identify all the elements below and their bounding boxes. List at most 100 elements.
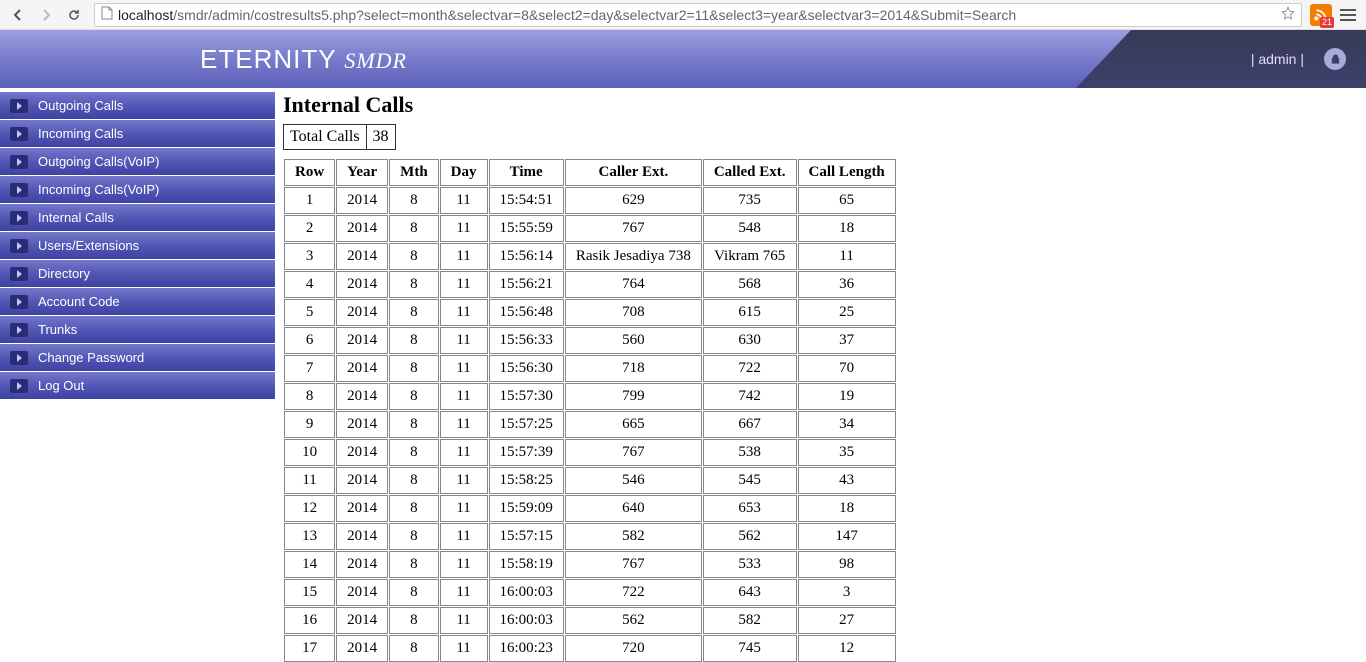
cell: 2014 <box>336 327 388 354</box>
cell: 11 <box>440 411 488 438</box>
admin-link[interactable]: | admin | <box>1251 51 1304 67</box>
cell: 2014 <box>336 243 388 270</box>
cell: 2 <box>284 215 335 242</box>
cell: 8 <box>389 635 439 662</box>
cell: 2014 <box>336 607 388 634</box>
cell: 2014 <box>336 495 388 522</box>
cell: 2014 <box>336 551 388 578</box>
content-scroll[interactable]: Internal Calls Total Calls 38 RowYearMth… <box>275 88 1366 662</box>
cell: 15:56:48 <box>489 299 564 326</box>
play-icon <box>10 127 28 141</box>
cell: 11 <box>440 495 488 522</box>
cell: 560 <box>565 327 702 354</box>
sidebar-item-label: Incoming Calls <box>38 126 123 141</box>
cell: 16 <box>284 607 335 634</box>
cell: 629 <box>565 187 702 214</box>
cell: 799 <box>565 383 702 410</box>
browser-menu-button[interactable] <box>1336 3 1360 27</box>
cell: 12 <box>284 495 335 522</box>
cell: 615 <box>703 299 797 326</box>
cell: 562 <box>565 607 702 634</box>
cell: 18 <box>798 215 896 242</box>
total-calls-table: Total Calls 38 <box>283 124 396 150</box>
cell: 11 <box>440 579 488 606</box>
sidebar-item-change-password[interactable]: Change Password <box>0 344 275 372</box>
browser-toolbar: localhost/smdr/admin/costresults5.php?se… <box>0 0 1366 30</box>
cell: 8 <box>389 551 439 578</box>
sidebar-item-label: Outgoing Calls <box>38 98 123 113</box>
cell: 722 <box>703 355 797 382</box>
cell: 65 <box>798 187 896 214</box>
cell: 11 <box>440 635 488 662</box>
cell: 8 <box>389 523 439 550</box>
cell: 2014 <box>336 467 388 494</box>
cell: 708 <box>565 299 702 326</box>
cell: 548 <box>703 215 797 242</box>
cell: 767 <box>565 551 702 578</box>
rss-icon[interactable]: 21 <box>1310 4 1332 26</box>
forward-button[interactable] <box>34 3 58 27</box>
cell: 15:57:39 <box>489 439 564 466</box>
cell: 8 <box>389 243 439 270</box>
cell: 8 <box>389 439 439 466</box>
cell: 15:58:19 <box>489 551 564 578</box>
sidebar-item-directory[interactable]: Directory <box>0 260 275 288</box>
brand-logo: ETERNITY SMDR <box>200 44 407 75</box>
cell: 643 <box>703 579 797 606</box>
cell: 11 <box>440 439 488 466</box>
cell: 742 <box>703 383 797 410</box>
sidebar-item-label: Directory <box>38 266 90 281</box>
cell: 718 <box>565 355 702 382</box>
cell: 11 <box>440 243 488 270</box>
sidebar-item-trunks[interactable]: Trunks <box>0 316 275 344</box>
cell: 546 <box>565 467 702 494</box>
cell: 11 <box>440 383 488 410</box>
cell: 15 <box>284 579 335 606</box>
table-row: 5201481115:56:4870861525 <box>284 299 896 326</box>
cell: 11 <box>440 327 488 354</box>
sidebar-item-internal-calls[interactable]: Internal Calls <box>0 204 275 232</box>
play-icon <box>10 295 28 309</box>
page-title: Internal Calls <box>283 92 1358 118</box>
bookmark-star-icon[interactable] <box>1281 6 1295 23</box>
cell: 3 <box>284 243 335 270</box>
cell: 15:54:51 <box>489 187 564 214</box>
address-bar[interactable]: localhost/smdr/admin/costresults5.php?se… <box>94 3 1302 27</box>
table-row: 12201481115:59:0964065318 <box>284 495 896 522</box>
table-row: 17201481116:00:2372074512 <box>284 635 896 662</box>
cell: 2014 <box>336 411 388 438</box>
sidebar-item-label: Account Code <box>38 294 120 309</box>
url-text: localhost/smdr/admin/costresults5.php?se… <box>118 7 1016 23</box>
cell: 13 <box>284 523 335 550</box>
sidebar-item-users-extensions[interactable]: Users/Extensions <box>0 232 275 260</box>
cell: 15:56:21 <box>489 271 564 298</box>
cell: 11 <box>440 607 488 634</box>
sidebar-item-incoming-calls-voip-[interactable]: Incoming Calls(VoIP) <box>0 176 275 204</box>
col-day: Day <box>440 159 488 186</box>
cell: 8 <box>389 187 439 214</box>
sidebar-item-incoming-calls[interactable]: Incoming Calls <box>0 120 275 148</box>
sidebar-item-label: Trunks <box>38 322 77 337</box>
cell: 15:55:59 <box>489 215 564 242</box>
play-icon <box>10 379 28 393</box>
sidebar-item-outgoing-calls[interactable]: Outgoing Calls <box>0 92 275 120</box>
cell: 2014 <box>336 187 388 214</box>
sidebar-item-label: Incoming Calls(VoIP) <box>38 182 159 197</box>
cell: 19 <box>798 383 896 410</box>
sidebar-item-outgoing-calls-voip-[interactable]: Outgoing Calls(VoIP) <box>0 148 275 176</box>
reload-button[interactable] <box>62 3 86 27</box>
cell: 15:57:25 <box>489 411 564 438</box>
cell: 2014 <box>336 271 388 298</box>
cell: 15:56:33 <box>489 327 564 354</box>
cell: 722 <box>565 579 702 606</box>
cell: 11 <box>440 215 488 242</box>
sidebar-item-account-code[interactable]: Account Code <box>0 288 275 316</box>
sidebar-item-log-out[interactable]: Log Out <box>0 372 275 400</box>
cell: 12 <box>798 635 896 662</box>
col-called-ext-: Called Ext. <box>703 159 797 186</box>
rss-badge: 21 <box>1320 17 1334 28</box>
cell: 538 <box>703 439 797 466</box>
lock-icon[interactable] <box>1324 48 1346 70</box>
cell: 11 <box>440 467 488 494</box>
back-button[interactable] <box>6 3 30 27</box>
